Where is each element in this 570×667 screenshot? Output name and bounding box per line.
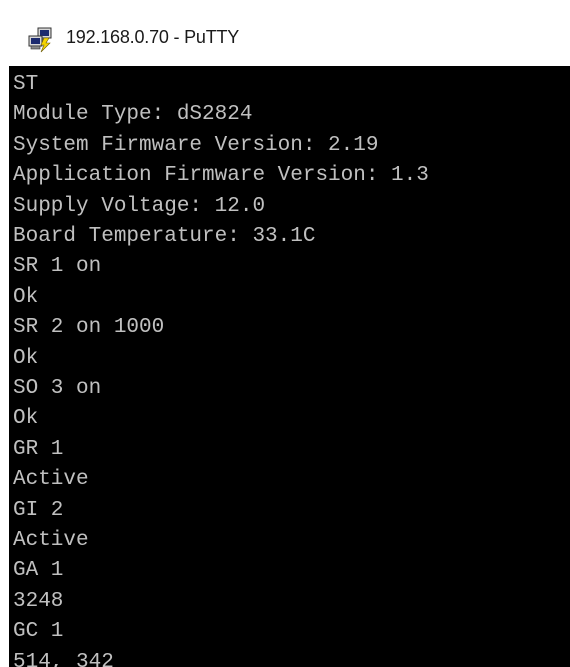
terminal-line: SR 1 on <box>13 255 102 279</box>
title-bar[interactable]: 192.168.0.70 - PuTTY <box>0 0 570 66</box>
terminal-line: SR 2 on 1000 <box>13 316 165 340</box>
terminal-line: Active <box>13 468 89 492</box>
putty-window: 192.168.0.70 - PuTTY ST Module Type: dS28… <box>0 0 570 667</box>
terminal-line: Ok <box>13 407 39 431</box>
terminal-area[interactable]: ST Module Type: dS2824 System Firmware Ver… <box>9 66 570 667</box>
terminal-line: Application Firmware Version: 1.3 <box>13 164 429 188</box>
window-title: 192.168.0.70 - PuTTY <box>66 27 240 47</box>
terminal-line: ST <box>13 73 39 96</box>
terminal-line: 3248 <box>13 589 64 613</box>
terminal-line: GA 1 <box>13 559 64 583</box>
terminal-line: GI 2 <box>13 498 64 522</box>
terminal-line: Ok <box>13 285 39 309</box>
terminal-line: GC 1 <box>13 620 64 644</box>
terminal-line: GR 1 <box>13 437 64 461</box>
terminal-line: Supply Voltage: 12.0 <box>13 194 266 218</box>
terminal-line: Module Type: dS2824 <box>13 103 253 127</box>
terminal-line: 514, 342 <box>13 650 114 667</box>
terminal-line: System Firmware Version: 2.19 <box>13 133 379 157</box>
terminal-line: Board Temperature: 33.1C <box>13 225 316 248</box>
terminal-line: Ok <box>13 346 39 370</box>
putty-icon[interactable] <box>26 26 54 54</box>
terminal-line: Active <box>13 529 89 552</box>
terminal-line: SO 3 on <box>13 377 102 400</box>
